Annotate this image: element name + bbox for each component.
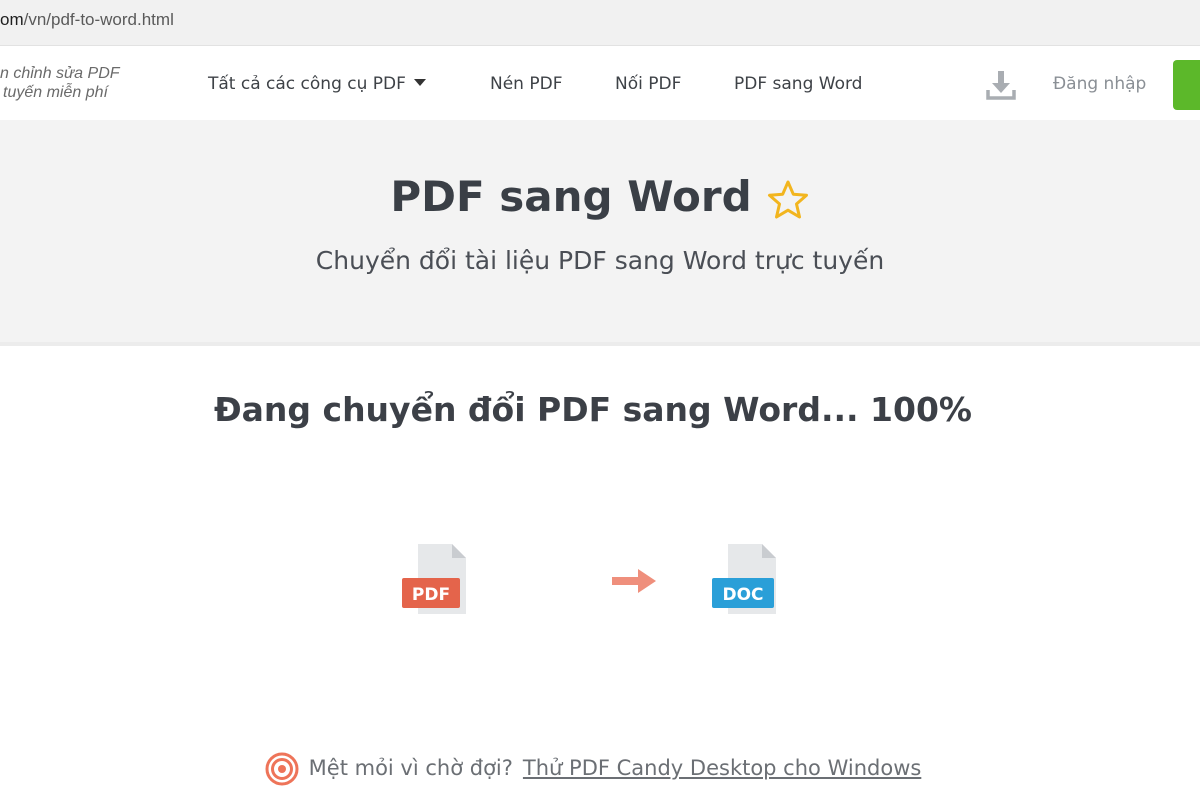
nav-all-tools-dropdown[interactable]: Tất cả các công cụ PDF <box>208 74 426 94</box>
page-subtitle: Chuyển đổi tài liệu PDF sang Word trực t… <box>315 246 885 275</box>
url-text[interactable]: om/vn/pdf-to-word.html <box>0 10 174 30</box>
page-title: PDF sang Word <box>390 172 752 221</box>
arrow-right-icon <box>612 569 656 593</box>
browser-address-bar[interactable]: om/vn/pdf-to-word.html <box>0 0 1200 46</box>
desktop-promo: Mệt mỏi vì chờ đợi? Thử PDF Candy Desktop… <box>0 752 1186 786</box>
login-link[interactable]: Đăng nhập <box>1053 74 1146 94</box>
pdf-file-label: PDF <box>412 585 450 605</box>
promo-question: Mệt mỏi vì chờ đợi? <box>308 756 513 780</box>
nav-compress-pdf[interactable]: Nén PDF <box>490 74 562 94</box>
nav-pdf-to-word[interactable]: PDF sang Word <box>734 74 862 94</box>
doc-file-icon: DOC <box>712 544 776 614</box>
desktop-download-link[interactable]: Thử PDF Candy Desktop cho Windows <box>523 756 921 780</box>
star-outline-icon[interactable] <box>766 178 810 222</box>
caret-down-icon <box>413 79 426 86</box>
nav-all-tools-label: Tất cả các công cụ PDF <box>208 74 406 94</box>
tagline-line-1: n chỉnh sửa PDF <box>0 65 120 82</box>
url-path: /vn/pdf-to-word.html <box>23 10 174 29</box>
site-tagline[interactable]: n chỉnh sửa PDF tuyến miễn phí <box>0 64 120 102</box>
page-title-row: PDF sang Word <box>0 172 1200 222</box>
signup-button[interactable] <box>1173 60 1200 110</box>
pdf-file-icon: PDF <box>402 544 466 614</box>
hero-banner: PDF sang Word Chuyển đổi tài liệu PDF sa… <box>0 120 1200 346</box>
pdf-candy-swirl-icon <box>265 752 299 786</box>
download-icon[interactable] <box>984 68 1018 102</box>
tagline-line-2: tuyến miễn phí <box>3 84 108 101</box>
url-host: om <box>0 10 24 29</box>
site-header: n chỉnh sửa PDF tuyến miễn phí Tất cả cá… <box>0 52 1200 120</box>
doc-file-label: DOC <box>722 585 763 605</box>
conversion-status: Đang chuyển đổi PDF sang Word... 100% <box>213 390 972 429</box>
nav-merge-pdf[interactable]: Nối PDF <box>615 74 681 94</box>
